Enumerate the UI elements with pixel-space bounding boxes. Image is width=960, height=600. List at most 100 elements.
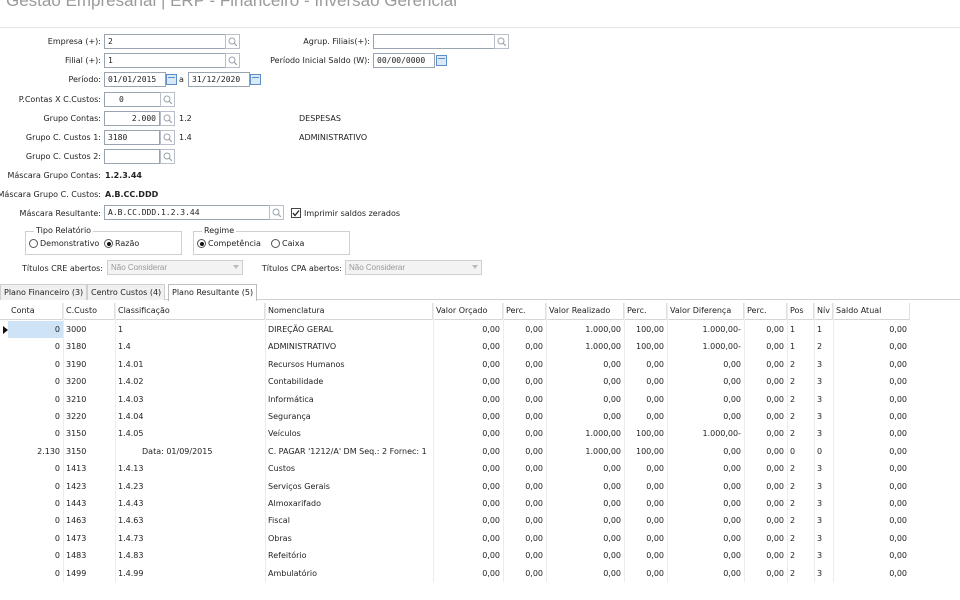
- grupo-cc1-search-icon[interactable]: [160, 130, 175, 145]
- cell-nomenclatura[interactable]: ADMINISTRATIVO: [265, 338, 433, 355]
- cell-perc-orcado[interactable]: 0,00: [503, 373, 546, 390]
- cell-pos[interactable]: 2: [787, 373, 814, 390]
- cell-valor-realizado[interactable]: 0,00: [546, 391, 624, 408]
- cell-perc-diferenca[interactable]: 0,00: [744, 530, 787, 547]
- cell-nomenclatura[interactable]: DIREÇÃO GERAL: [265, 321, 433, 338]
- column-header-valor-orcado[interactable]: Valor Orçado: [433, 303, 503, 320]
- mascara-resultante-search-icon[interactable]: [269, 205, 284, 220]
- pcontas-search-icon[interactable]: [160, 92, 175, 107]
- cell-classificacao[interactable]: Data: 01/09/2015: [115, 443, 265, 460]
- cell-valor-orcado[interactable]: 0,00: [433, 530, 503, 547]
- cell-perc-diferenca[interactable]: 0,00: [744, 338, 787, 355]
- cell-niv[interactable]: 1: [814, 321, 833, 338]
- cell-valor-orcado[interactable]: 0,00: [433, 356, 503, 373]
- cell-valor-realizado[interactable]: 0,00: [546, 478, 624, 495]
- table-row[interactable]: 2.130 3150 Data: 01/09/2015 C. PAGAR '1212/…: [0, 443, 910, 460]
- cell-pos[interactable]: 2: [787, 565, 814, 582]
- cell-conta[interactable]: 0: [8, 495, 63, 512]
- tab-plano-resultante[interactable]: Plano Resultante (5): [168, 284, 258, 301]
- cell-valor-diferenca[interactable]: 0,00: [667, 408, 744, 425]
- empresa-search-icon[interactable]: [225, 34, 240, 49]
- cell-perc-orcado[interactable]: 0,00: [503, 321, 546, 338]
- cell-classificacao[interactable]: 1.4.99: [115, 565, 265, 582]
- cell-valor-realizado[interactable]: 0,00: [546, 408, 624, 425]
- cell-perc-diferenca[interactable]: 0,00: [744, 565, 787, 582]
- cell-perc-diferenca[interactable]: 0,00: [744, 478, 787, 495]
- cell-niv[interactable]: 3: [814, 391, 833, 408]
- empresa-input[interactable]: 2: [104, 34, 240, 49]
- cell-pos[interactable]: 2: [787, 356, 814, 373]
- cell-niv[interactable]: 3: [814, 495, 833, 512]
- cell-niv[interactable]: 3: [814, 530, 833, 547]
- cell-ccusto[interactable]: 3190: [63, 356, 115, 373]
- cell-perc-orcado[interactable]: 0,00: [503, 460, 546, 477]
- cell-pos[interactable]: 2: [787, 408, 814, 425]
- cell-valor-orcado[interactable]: 0,00: [433, 565, 503, 582]
- cell-perc-realizado[interactable]: 0,00: [624, 460, 667, 477]
- cell-perc-diferenca[interactable]: 0,00: [744, 443, 787, 460]
- cell-perc-realizado[interactable]: 0,00: [624, 495, 667, 512]
- cell-perc-orcado[interactable]: 0,00: [503, 565, 546, 582]
- cell-valor-diferenca[interactable]: 0,00: [667, 565, 744, 582]
- cell-classificacao[interactable]: 1.4.83: [115, 547, 265, 564]
- periodo-inicio-calendar-icon[interactable]: [166, 74, 177, 85]
- cell-saldo-atual[interactable]: 0,00: [833, 338, 910, 355]
- periodo-inicio-input[interactable]: 01/01/2015: [104, 72, 166, 87]
- cell-niv[interactable]: 3: [814, 547, 833, 564]
- grupo-contas-input[interactable]: 2.000: [104, 111, 160, 126]
- cell-perc-orcado[interactable]: 0,00: [503, 495, 546, 512]
- cell-saldo-atual[interactable]: 0,00: [833, 321, 910, 338]
- cell-perc-diferenca[interactable]: 0,00: [744, 321, 787, 338]
- cell-perc-orcado[interactable]: 0,00: [503, 425, 546, 442]
- cell-perc-diferenca[interactable]: 0,00: [744, 408, 787, 425]
- cell-classificacao[interactable]: 1.4.02: [115, 373, 265, 390]
- cell-valor-diferenca[interactable]: 1.000,00-: [667, 425, 744, 442]
- cell-classificacao[interactable]: 1.4: [115, 338, 265, 355]
- tab-plano-financeiro[interactable]: Plano Financeiro (3): [0, 284, 88, 300]
- cell-niv[interactable]: 3: [814, 478, 833, 495]
- imprimir-checkbox[interactable]: [291, 208, 301, 218]
- cell-saldo-atual[interactable]: 0,00: [833, 460, 910, 477]
- radio-caixa[interactable]: Caixa: [271, 239, 304, 248]
- cell-valor-realizado[interactable]: 0,00: [546, 565, 624, 582]
- cell-valor-orcado[interactable]: 0,00: [433, 391, 503, 408]
- column-header-ccusto[interactable]: C.Custo: [63, 303, 115, 320]
- cell-nomenclatura[interactable]: Almoxarifado: [265, 495, 433, 512]
- radio-demonstrativo[interactable]: Demonstrativo: [29, 239, 99, 248]
- cell-perc-orcado[interactable]: 0,00: [503, 338, 546, 355]
- cell-ccusto[interactable]: 3200: [63, 373, 115, 390]
- cell-valor-orcado[interactable]: 0,00: [433, 425, 503, 442]
- cell-conta[interactable]: 0: [8, 338, 63, 355]
- cell-perc-diferenca[interactable]: 0,00: [744, 512, 787, 529]
- cell-perc-realizado[interactable]: 0,00: [624, 391, 667, 408]
- cell-conta[interactable]: 0: [8, 512, 63, 529]
- cell-valor-diferenca[interactable]: 0,00: [667, 356, 744, 373]
- table-row[interactable]: 0 1473 1.4.73 Obras 0,00 0,00 0,00 0,00 0,00 0,00…: [0, 530, 910, 547]
- cell-ccusto[interactable]: 1423: [63, 478, 115, 495]
- cell-niv[interactable]: 3: [814, 408, 833, 425]
- cell-perc-diferenca[interactable]: 0,00: [744, 547, 787, 564]
- cell-perc-realizado[interactable]: 100,00: [624, 321, 667, 338]
- cell-saldo-atual[interactable]: 0,00: [833, 478, 910, 495]
- radio-razao[interactable]: Razão: [104, 239, 139, 248]
- cell-niv[interactable]: 3: [814, 356, 833, 373]
- cell-niv[interactable]: 2: [814, 338, 833, 355]
- cell-perc-realizado[interactable]: 0,00: [624, 408, 667, 425]
- cell-classificacao[interactable]: 1.4.01: [115, 356, 265, 373]
- cell-pos[interactable]: 2: [787, 547, 814, 564]
- cell-niv[interactable]: 3: [814, 460, 833, 477]
- filial-search-icon[interactable]: [225, 53, 240, 68]
- cell-valor-diferenca[interactable]: 0,00: [667, 547, 744, 564]
- cell-pos[interactable]: 2: [787, 495, 814, 512]
- cell-classificacao[interactable]: 1.4.63: [115, 512, 265, 529]
- radio-competencia[interactable]: Competência: [197, 239, 261, 248]
- cell-conta[interactable]: 0: [8, 460, 63, 477]
- table-row[interactable]: 0 3210 1.4.03 Informática 0,00 0,00 0,00 0,00 0,…: [0, 391, 910, 408]
- cell-conta[interactable]: 0: [8, 373, 63, 390]
- cell-perc-realizado[interactable]: 0,00: [624, 478, 667, 495]
- cell-saldo-atual[interactable]: 0,00: [833, 547, 910, 564]
- cell-ccusto[interactable]: 1463: [63, 512, 115, 529]
- table-row[interactable]: 0 3180 1.4 ADMINISTRATIVO 0,00 0,00 1.000,00 10…: [0, 338, 910, 355]
- cell-valor-diferenca[interactable]: 0,00: [667, 512, 744, 529]
- table-row[interactable]: 0 3000 1 DIREÇÃO GERAL 0,00 0,00 1.000,00 100,0…: [0, 321, 910, 339]
